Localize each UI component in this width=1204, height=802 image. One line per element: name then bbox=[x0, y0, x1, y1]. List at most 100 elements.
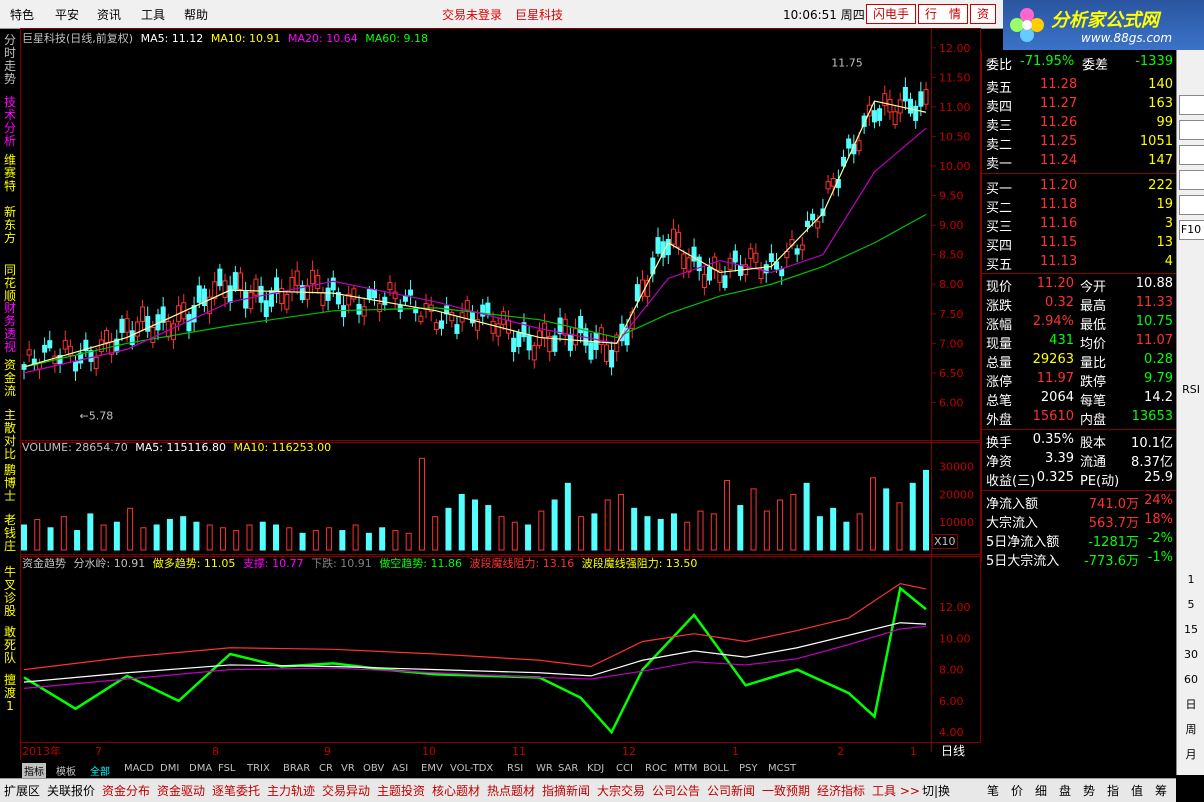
bottom-tab-5[interactable]: 主力轨迹 bbox=[267, 782, 315, 799]
bottom-tab-6[interactable]: 交易异动 bbox=[322, 782, 370, 799]
indicator-tab-22[interactable]: BOLL bbox=[703, 763, 729, 774]
bottom-tab-4[interactable]: 逐笔委托 bbox=[212, 782, 260, 799]
kline-chart-area[interactable]: 12.00 11.50 11.00 10.50 10.00 9.50 9.00 8.50 8.0… bbox=[20, 28, 981, 760]
indicator-tab-13[interactable]: EMV bbox=[421, 763, 443, 774]
sidebar-item-1[interactable]: 技术分析 bbox=[2, 96, 18, 148]
bottom-tab-15[interactable]: 经济指标 bbox=[817, 782, 865, 799]
right-tab-4[interactable]: 势 bbox=[1083, 782, 1095, 799]
sidebar-item-9[interactable]: 老钱庄 bbox=[2, 514, 18, 553]
bottom-tab-7[interactable]: 主题投资 bbox=[377, 782, 425, 799]
candle-body bbox=[676, 231, 682, 248]
candle-body bbox=[511, 337, 517, 353]
indicator-tab-12[interactable]: ASI bbox=[392, 763, 408, 774]
sidebar-item-11[interactable]: 敢死队 bbox=[2, 626, 18, 665]
sidebar-item-3[interactable]: 新东方 bbox=[2, 206, 18, 245]
toolstrip-chart-icon[interactable] bbox=[1179, 195, 1204, 215]
menu-item-tools[interactable]: 工具 bbox=[141, 6, 165, 23]
right-tab-0[interactable]: 笔 bbox=[987, 782, 999, 799]
sidebar-item-6[interactable]: 资金流 bbox=[2, 359, 18, 398]
toolstrip-chart-icon[interactable] bbox=[1179, 170, 1204, 190]
toolstrip-item-5[interactable]: 30 bbox=[1179, 645, 1203, 665]
toolstrip-item-3[interactable]: 5 bbox=[1179, 595, 1203, 615]
right-tab-5[interactable]: 指 bbox=[1107, 782, 1119, 799]
indicator-tab-1[interactable]: 模板 bbox=[56, 763, 76, 778]
bottom-tab-12[interactable]: 公司公告 bbox=[652, 782, 700, 799]
indicator-tab-14[interactable]: VOL-TDX bbox=[450, 763, 493, 774]
menu-item-pingan[interactable]: 平安 bbox=[55, 6, 79, 23]
indicator-tab-16[interactable]: WR bbox=[536, 763, 553, 774]
bottom-tab-14[interactable]: 一致预期 bbox=[762, 782, 810, 799]
menu-item-help[interactable]: 帮助 bbox=[184, 6, 208, 23]
xiadie-label: 下跌: 10.91 bbox=[311, 557, 372, 570]
toolstrip-item-7[interactable]: 日 bbox=[1179, 695, 1203, 715]
bottom-tab-0[interactable]: 扩展区 bbox=[4, 782, 40, 799]
bottom-tab-9[interactable]: 热点题材 bbox=[487, 782, 535, 799]
toolstrip-item-1[interactable]: RSI bbox=[1179, 380, 1203, 400]
indicator-tab-21[interactable]: MTM bbox=[674, 763, 697, 774]
right-tab-3[interactable]: 盘 bbox=[1059, 782, 1071, 799]
quote-button[interactable]: 行 情 bbox=[918, 4, 969, 24]
candle-body bbox=[588, 342, 594, 360]
menu-item-features[interactable]: 特色 bbox=[10, 6, 34, 23]
indicator-tab-6[interactable]: FSL bbox=[218, 763, 236, 774]
bottom-tab-2[interactable]: 资金分布 bbox=[102, 782, 150, 799]
sidebar-item-8[interactable]: 鹏博士 bbox=[2, 464, 18, 503]
asset-button[interactable]: 资 bbox=[970, 4, 997, 24]
indicator-tab-8[interactable]: BRAR bbox=[283, 763, 310, 774]
stat-value: 29263 bbox=[1032, 352, 1074, 367]
toolstrip-item-2[interactable]: 1 bbox=[1179, 570, 1203, 590]
indicator-tab-10[interactable]: VR bbox=[341, 763, 355, 774]
indicator-tab-0[interactable]: 指标 bbox=[22, 763, 46, 778]
right-tab-7[interactable]: 筹 bbox=[1155, 782, 1167, 799]
right-tab-2[interactable]: 细 bbox=[1035, 782, 1047, 799]
sidebar-item-2[interactable]: 维赛特 bbox=[2, 154, 18, 193]
bottom-tab-8[interactable]: 核心题材 bbox=[432, 782, 480, 799]
toolstrip-chart-icon[interactable] bbox=[1179, 95, 1204, 115]
sidebar-item-5[interactable]: 财务透视 bbox=[2, 302, 18, 354]
indicator-tab-18[interactable]: KDJ bbox=[587, 763, 604, 774]
sidebar-item-10[interactable]: 牛叉诊股 bbox=[2, 566, 18, 618]
indicator-tab-11[interactable]: OBV bbox=[363, 763, 384, 774]
toolstrip-item-0[interactable]: F10 bbox=[1179, 220, 1203, 240]
fund-tick-label-1: 10.00 bbox=[939, 632, 971, 645]
toolstrip-item-6[interactable]: 60 bbox=[1179, 670, 1203, 690]
indicator-tab-20[interactable]: ROC bbox=[645, 763, 667, 774]
bottom-tab-16[interactable]: 工具 >> bbox=[872, 782, 920, 799]
toolstrip-chart-icon[interactable] bbox=[1179, 120, 1204, 140]
flash-trade-button[interactable]: 闪电手 bbox=[866, 4, 917, 24]
toolstrip-item-4[interactable]: 15 bbox=[1179, 620, 1203, 640]
indicator-tab-23[interactable]: PSY bbox=[739, 763, 758, 774]
sidebar-item-4[interactable]: 同花顺 bbox=[2, 264, 18, 303]
sidebar-item-0[interactable]: 分时走势 bbox=[2, 34, 18, 86]
right-tab-1[interactable]: 价 bbox=[1011, 782, 1023, 799]
toolstrip-chart-icon[interactable] bbox=[1179, 145, 1204, 165]
indicator-tab-5[interactable]: DMA bbox=[189, 763, 212, 774]
bottom-tab-13[interactable]: 公司新闻 bbox=[707, 782, 755, 799]
indicator-tab-4[interactable]: DMI bbox=[160, 763, 179, 774]
bottom-tab-11[interactable]: 大宗交易 bbox=[597, 782, 645, 799]
toolstrip-item-9[interactable]: 月 bbox=[1179, 745, 1203, 765]
sidebar-item-12[interactable]: 擅渡1 bbox=[2, 674, 18, 713]
indicator-tab-24[interactable]: MCST bbox=[768, 763, 796, 774]
bottom-tab-1[interactable]: 关联报价 bbox=[47, 782, 95, 799]
candle-body bbox=[609, 349, 615, 368]
bottom-tab-3[interactable]: 资金驱动 bbox=[157, 782, 205, 799]
indicator-tab-19[interactable]: CCI bbox=[616, 763, 633, 774]
volume-bar bbox=[246, 524, 253, 551]
period-label[interactable]: 日线 bbox=[941, 744, 965, 758]
bottom-tab-17[interactable]: 切|换 bbox=[922, 782, 950, 799]
x-axis-label-0: 2013年 bbox=[22, 744, 61, 758]
indicator-tab-15[interactable]: RSI bbox=[507, 763, 523, 774]
right-tab-6[interactable]: 值 bbox=[1131, 782, 1143, 799]
indicator-tab-7[interactable]: TRIX bbox=[247, 763, 270, 774]
indicator-tab-3[interactable]: MACD bbox=[124, 763, 154, 774]
indicator-tab-2[interactable]: 全部 bbox=[90, 763, 110, 778]
menu-item-news[interactable]: 资讯 bbox=[97, 6, 121, 23]
indicator-tab-9[interactable]: CR bbox=[319, 763, 333, 774]
sidebar-item-7[interactable]: 主散对比 bbox=[2, 409, 18, 461]
trade-login-status[interactable]: 交易未登录 bbox=[442, 6, 502, 23]
toolstrip-item-8[interactable]: 周 bbox=[1179, 720, 1203, 740]
vol-ma5-label: MA5: 115116.80 bbox=[135, 441, 226, 454]
bottom-tab-10[interactable]: 指摘新闻 bbox=[542, 782, 590, 799]
indicator-tab-17[interactable]: SAR bbox=[558, 763, 578, 774]
